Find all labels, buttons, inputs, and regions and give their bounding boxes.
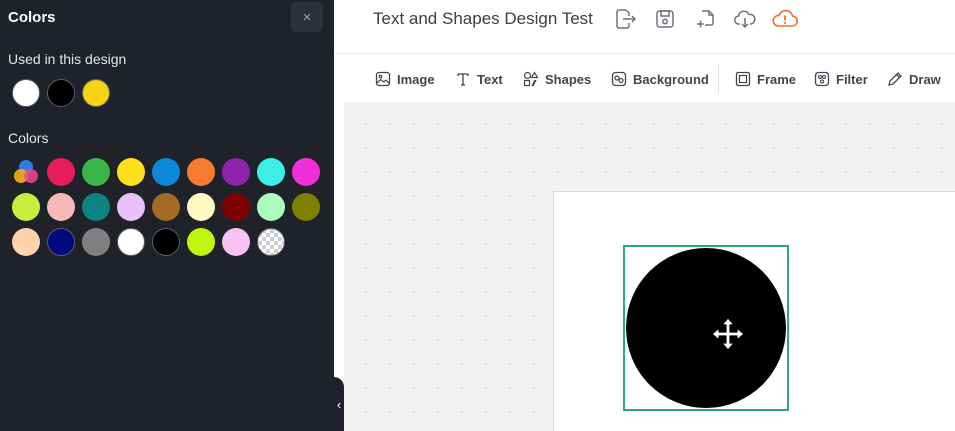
- used-color-swatch[interactable]: [47, 79, 75, 107]
- color-swatch[interactable]: [222, 158, 250, 186]
- header-bar: Text and Shapes Design Test: [334, 0, 955, 54]
- circle-shape[interactable]: [626, 248, 786, 408]
- toolbar: Image Text Shapes Background Frame Filte…: [334, 55, 955, 102]
- filter-tool-label: Filter: [836, 71, 868, 87]
- color-swatch[interactable]: [117, 228, 145, 256]
- color-swatch[interactable]: [257, 193, 285, 221]
- color-swatch[interactable]: [82, 228, 110, 256]
- selected-circle-shape[interactable]: [623, 245, 789, 411]
- document-title[interactable]: Text and Shapes Design Test: [373, 9, 593, 29]
- save-icon[interactable]: [653, 7, 677, 31]
- colors-label: Colors: [8, 130, 49, 146]
- transparent-color-swatch[interactable]: [257, 228, 285, 256]
- text-tool-button[interactable]: Text: [455, 69, 503, 89]
- close-panel-button[interactable]: ×: [291, 2, 323, 32]
- color-swatch[interactable]: [257, 158, 285, 186]
- duplicate-icon[interactable]: [693, 7, 717, 31]
- image-tool-label: Image: [397, 71, 435, 87]
- shapes-icon: [523, 71, 539, 87]
- used-colors-label: Used in this design: [8, 51, 127, 67]
- filter-tool-button[interactable]: Filter: [814, 69, 868, 89]
- frame-tool-button[interactable]: Frame: [735, 69, 796, 89]
- draw-tool-label: Draw: [909, 71, 941, 87]
- color-swatch[interactable]: [152, 158, 180, 186]
- collapse-panel-button[interactable]: ‹: [334, 377, 344, 431]
- color-swatch[interactable]: [82, 158, 110, 186]
- export-icon[interactable]: [613, 7, 637, 31]
- panel-title: Colors: [8, 9, 56, 26]
- background-tool-label: Background: [633, 71, 709, 87]
- color-swatch[interactable]: [117, 193, 145, 221]
- image-tool-button[interactable]: Image: [375, 69, 435, 89]
- toolbar-divider: [718, 64, 719, 94]
- shapes-tool-button[interactable]: Shapes: [523, 69, 591, 89]
- background-tool-button[interactable]: Background: [611, 69, 709, 89]
- move-cursor-icon: [711, 317, 745, 351]
- shapes-tool-label: Shapes: [545, 71, 592, 87]
- color-swatch[interactable]: [292, 158, 320, 186]
- color-swatch[interactable]: [187, 158, 215, 186]
- color-swatch[interactable]: [187, 228, 215, 256]
- draw-tool-button[interactable]: Draw: [887, 69, 941, 89]
- text-tool-label: Text: [477, 71, 503, 87]
- download-icon[interactable]: [733, 7, 757, 31]
- frame-tool-label: Frame: [757, 71, 797, 87]
- color-swatch[interactable]: [152, 193, 180, 221]
- chevron-left-icon: ‹: [336, 396, 342, 412]
- filter-icon: [814, 71, 830, 87]
- text-icon: [457, 73, 469, 86]
- color-swatch[interactable]: [47, 158, 75, 186]
- color-swatch[interactable]: [82, 193, 110, 221]
- colors-panel: Colors × Used in this design Colors: [0, 0, 334, 431]
- background-icon: [611, 71, 627, 87]
- frame-icon: [735, 71, 751, 87]
- pencil-icon: [888, 72, 902, 86]
- color-swatch[interactable]: [47, 228, 75, 256]
- image-icon: [375, 71, 391, 87]
- color-swatch[interactable]: [12, 228, 40, 256]
- color-swatch[interactable]: [292, 193, 320, 221]
- color-swatch[interactable]: [117, 158, 145, 186]
- color-swatch[interactable]: [222, 193, 250, 221]
- color-swatch[interactable]: [47, 193, 75, 221]
- cloud-warning-icon[interactable]: [771, 7, 799, 31]
- color-swatch[interactable]: [12, 193, 40, 221]
- used-color-swatch[interactable]: [12, 79, 40, 107]
- color-swatch[interactable]: [187, 193, 215, 221]
- app-root: Colors × Used in this design Colors ‹ Te…: [0, 0, 955, 431]
- custom-color-picker-icon[interactable]: [12, 158, 40, 186]
- used-color-swatch[interactable]: [82, 79, 110, 107]
- color-swatch[interactable]: [222, 228, 250, 256]
- color-swatch[interactable]: [152, 228, 180, 256]
